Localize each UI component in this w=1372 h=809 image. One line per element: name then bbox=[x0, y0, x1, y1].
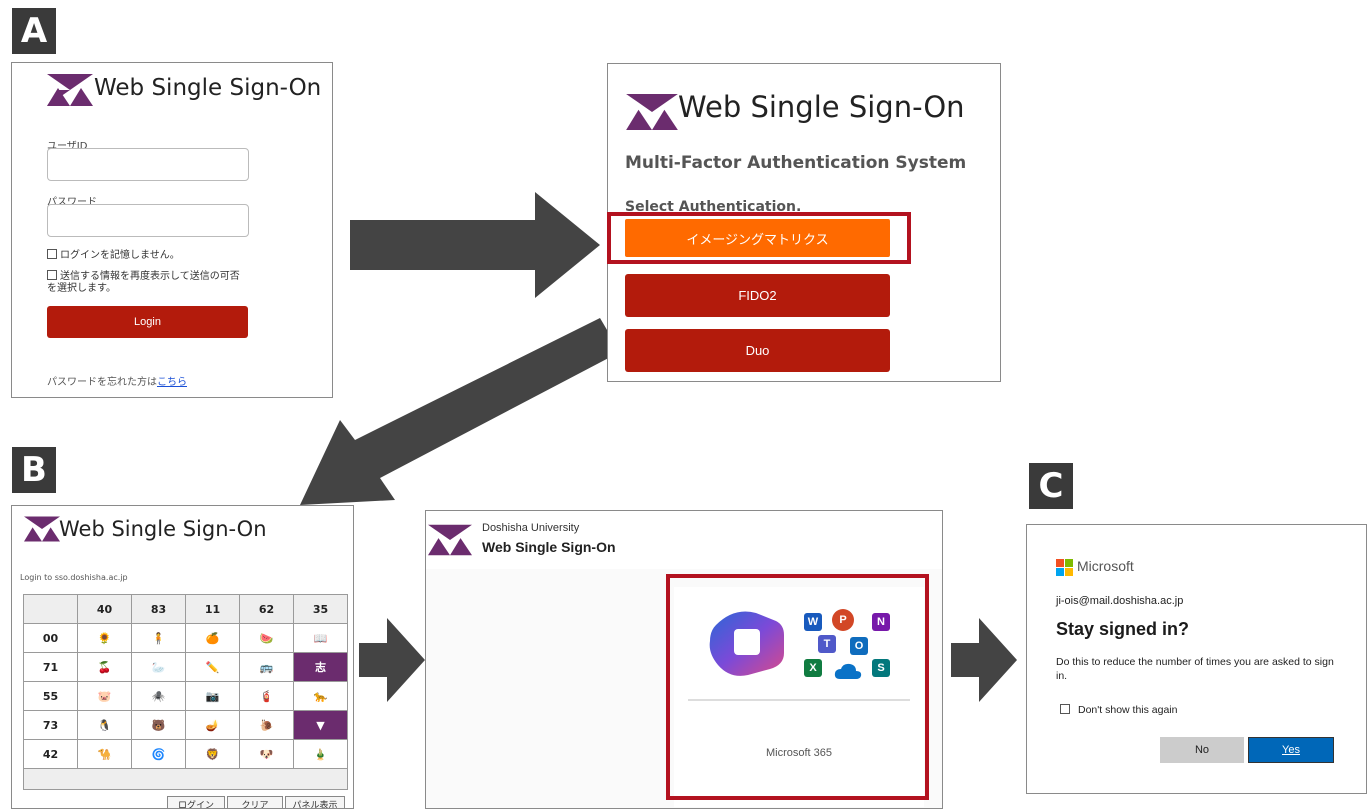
fido2-button[interactable]: FIDO2 bbox=[625, 274, 890, 317]
login-to-text: Login to sso.doshisha.ac.jp bbox=[20, 573, 128, 582]
section-label-b: B bbox=[12, 447, 56, 493]
matrix-cell[interactable]: 🕷️ bbox=[131, 681, 186, 711]
forgot-link[interactable]: こちら bbox=[157, 377, 187, 388]
logo-icon bbox=[428, 524, 472, 556]
login-panel: Web Single Sign-On ユーザID パスワード ログインを記憶しま… bbox=[11, 62, 333, 398]
matrix-panel-button[interactable]: パネル表示 bbox=[285, 796, 345, 808]
matrix-login-button[interactable]: ログイン bbox=[167, 796, 225, 808]
matrix-cell[interactable]: 🐻 bbox=[131, 710, 186, 740]
matrix-cell[interactable]: 🧯 bbox=[239, 681, 294, 711]
matrix-cell[interactable]: 🐧 bbox=[77, 710, 132, 740]
arrow-right-1 bbox=[350, 192, 600, 298]
ms-email: ji-ois@mail.doshisha.ac.jp bbox=[1056, 595, 1184, 607]
matrix-cell[interactable]: ✏️ bbox=[185, 652, 240, 682]
user-id-input[interactable] bbox=[47, 148, 249, 181]
forgot-text: パスワードを忘れた方は bbox=[47, 377, 157, 388]
ms-brand: Microsoft bbox=[1077, 558, 1134, 574]
matrix-cell[interactable]: 🐷 bbox=[77, 681, 132, 711]
consent-label-2: を選択します。 bbox=[47, 283, 116, 294]
matrix-corner bbox=[23, 594, 78, 624]
ms-panel: Microsoft ji-ois@mail.doshisha.ac.jp Sta… bbox=[1026, 524, 1367, 794]
matrix-footer bbox=[23, 768, 348, 790]
consent-label-1: 送信する情報を再度表示して送信の可否 bbox=[60, 271, 240, 282]
matrix-clear-button[interactable]: クリア bbox=[227, 796, 283, 808]
login-title: Web Single Sign-On bbox=[94, 75, 322, 101]
matrix-cell[interactable]: 🦢 bbox=[131, 652, 186, 682]
matrix-cell[interactable]: 🐌 bbox=[239, 710, 294, 740]
highlight-frame-imaging bbox=[607, 212, 911, 264]
matrix-column-header: 83 bbox=[131, 594, 186, 624]
forgot-password: パスワードを忘れた方はこちら bbox=[47, 377, 187, 389]
checkbox-icon bbox=[47, 249, 57, 259]
matrix-cell[interactable]: ▼ bbox=[293, 710, 348, 740]
matrix-panel: Web Single Sign-On Login to sso.doshisha… bbox=[11, 505, 354, 809]
remember-checkbox[interactable]: ログインを記憶しません。 bbox=[47, 249, 180, 262]
matrix-row: 71 🍒 🦢 ✏️ 🚌 志 bbox=[23, 652, 348, 682]
matrix-cell[interactable]: 🌀 bbox=[131, 739, 186, 769]
mfa-subtitle: Multi-Factor Authentication System bbox=[625, 153, 967, 173]
matrix-row-label: 00 bbox=[23, 623, 78, 653]
password-input[interactable] bbox=[47, 204, 249, 237]
section-label-c: C bbox=[1029, 463, 1073, 509]
matrix-column-header: 40 bbox=[77, 594, 132, 624]
matrix-row-label: 73 bbox=[23, 710, 78, 740]
remember-label: ログインを記憶しません。 bbox=[60, 250, 180, 261]
arrow-diagonal bbox=[300, 318, 620, 505]
logo-icon bbox=[47, 74, 93, 106]
matrix-row: 55 🐷 🕷️ 📷 🧯 🐆 bbox=[23, 681, 348, 711]
matrix-cell[interactable]: 🦁 bbox=[185, 739, 240, 769]
matrix-cell[interactable]: 🍊 bbox=[185, 623, 240, 653]
matrix-row: 00 🌻 🧍 🍊 🍉 📖 bbox=[23, 623, 348, 653]
matrix-cell[interactable]: 🍉 bbox=[239, 623, 294, 653]
ms-logo-yellow bbox=[1065, 568, 1073, 576]
matrix-row: 42 🐪 🌀 🦁 🐶 🎍 bbox=[23, 739, 348, 769]
highlight-frame-m365 bbox=[666, 574, 929, 800]
logo-icon bbox=[626, 94, 678, 130]
arrow-right-3 bbox=[951, 618, 1017, 702]
matrix-cell[interactable]: 🌻 bbox=[77, 623, 132, 653]
login-button[interactable]: Login bbox=[47, 306, 248, 338]
dont-show-label: Don't show this again bbox=[1078, 704, 1178, 716]
matrix-cell[interactable]: 🧍 bbox=[131, 623, 186, 653]
university-name: Doshisha University bbox=[482, 522, 580, 534]
matrix-cell[interactable]: 🍒 bbox=[77, 652, 132, 682]
checkbox-icon bbox=[47, 270, 57, 280]
duo-button[interactable]: Duo bbox=[625, 329, 890, 372]
section-label-a: A bbox=[12, 8, 56, 54]
matrix-column-header: 11 bbox=[185, 594, 240, 624]
logo-icon bbox=[24, 516, 60, 542]
no-button[interactable]: No bbox=[1160, 737, 1244, 763]
mfa-title: Web Single Sign-On bbox=[678, 90, 965, 124]
matrix-row-label: 71 bbox=[23, 652, 78, 682]
matrix-column-header: 35 bbox=[293, 594, 348, 624]
yes-button[interactable]: Yes bbox=[1248, 737, 1334, 763]
matrix-column-header: 62 bbox=[239, 594, 294, 624]
ms-logo-green bbox=[1065, 559, 1073, 567]
matrix-row-label: 55 bbox=[23, 681, 78, 711]
arrow-right-2 bbox=[359, 618, 425, 702]
ms-heading: Stay signed in? bbox=[1056, 619, 1190, 639]
matrix-title: Web Single Sign-On bbox=[59, 517, 267, 541]
checkbox-icon bbox=[1060, 704, 1070, 714]
matrix-cell[interactable]: 🐆 bbox=[293, 681, 348, 711]
matrix-cell[interactable]: 📖 bbox=[293, 623, 348, 653]
matrix-cell[interactable]: 🚌 bbox=[239, 652, 294, 682]
ms-description: Do this to reduce the number of times yo… bbox=[1056, 656, 1334, 682]
ms-logo-blue bbox=[1056, 568, 1064, 576]
imaging-matrix: 40 83 11 62 35 00 🌻 🧍 🍊 🍉 📖 71 🍒 🦢 ✏️ 🚌 … bbox=[23, 594, 348, 790]
matrix-cell[interactable]: 🐶 bbox=[239, 739, 294, 769]
matrix-cell[interactable]: 🎍 bbox=[293, 739, 348, 769]
matrix-row: 73 🐧 🐻 🪔 🐌 ▼ bbox=[23, 710, 348, 740]
app-header-title: Web Single Sign-On bbox=[482, 539, 616, 555]
dont-show-checkbox[interactable]: Don't show this again bbox=[1060, 704, 1177, 716]
matrix-row-label: 42 bbox=[23, 739, 78, 769]
ms-logo-red bbox=[1056, 559, 1064, 567]
matrix-cell[interactable]: 志 bbox=[293, 652, 348, 682]
matrix-cell[interactable]: 📷 bbox=[185, 681, 240, 711]
matrix-cell[interactable]: 🪔 bbox=[185, 710, 240, 740]
consent-checkbox[interactable]: 送信する情報を再度表示して送信の可否 を選択します。 bbox=[47, 270, 240, 295]
matrix-footer-row bbox=[23, 768, 348, 790]
matrix-cell[interactable]: 🐪 bbox=[77, 739, 132, 769]
matrix-header-row: 40 83 11 62 35 bbox=[23, 594, 348, 624]
